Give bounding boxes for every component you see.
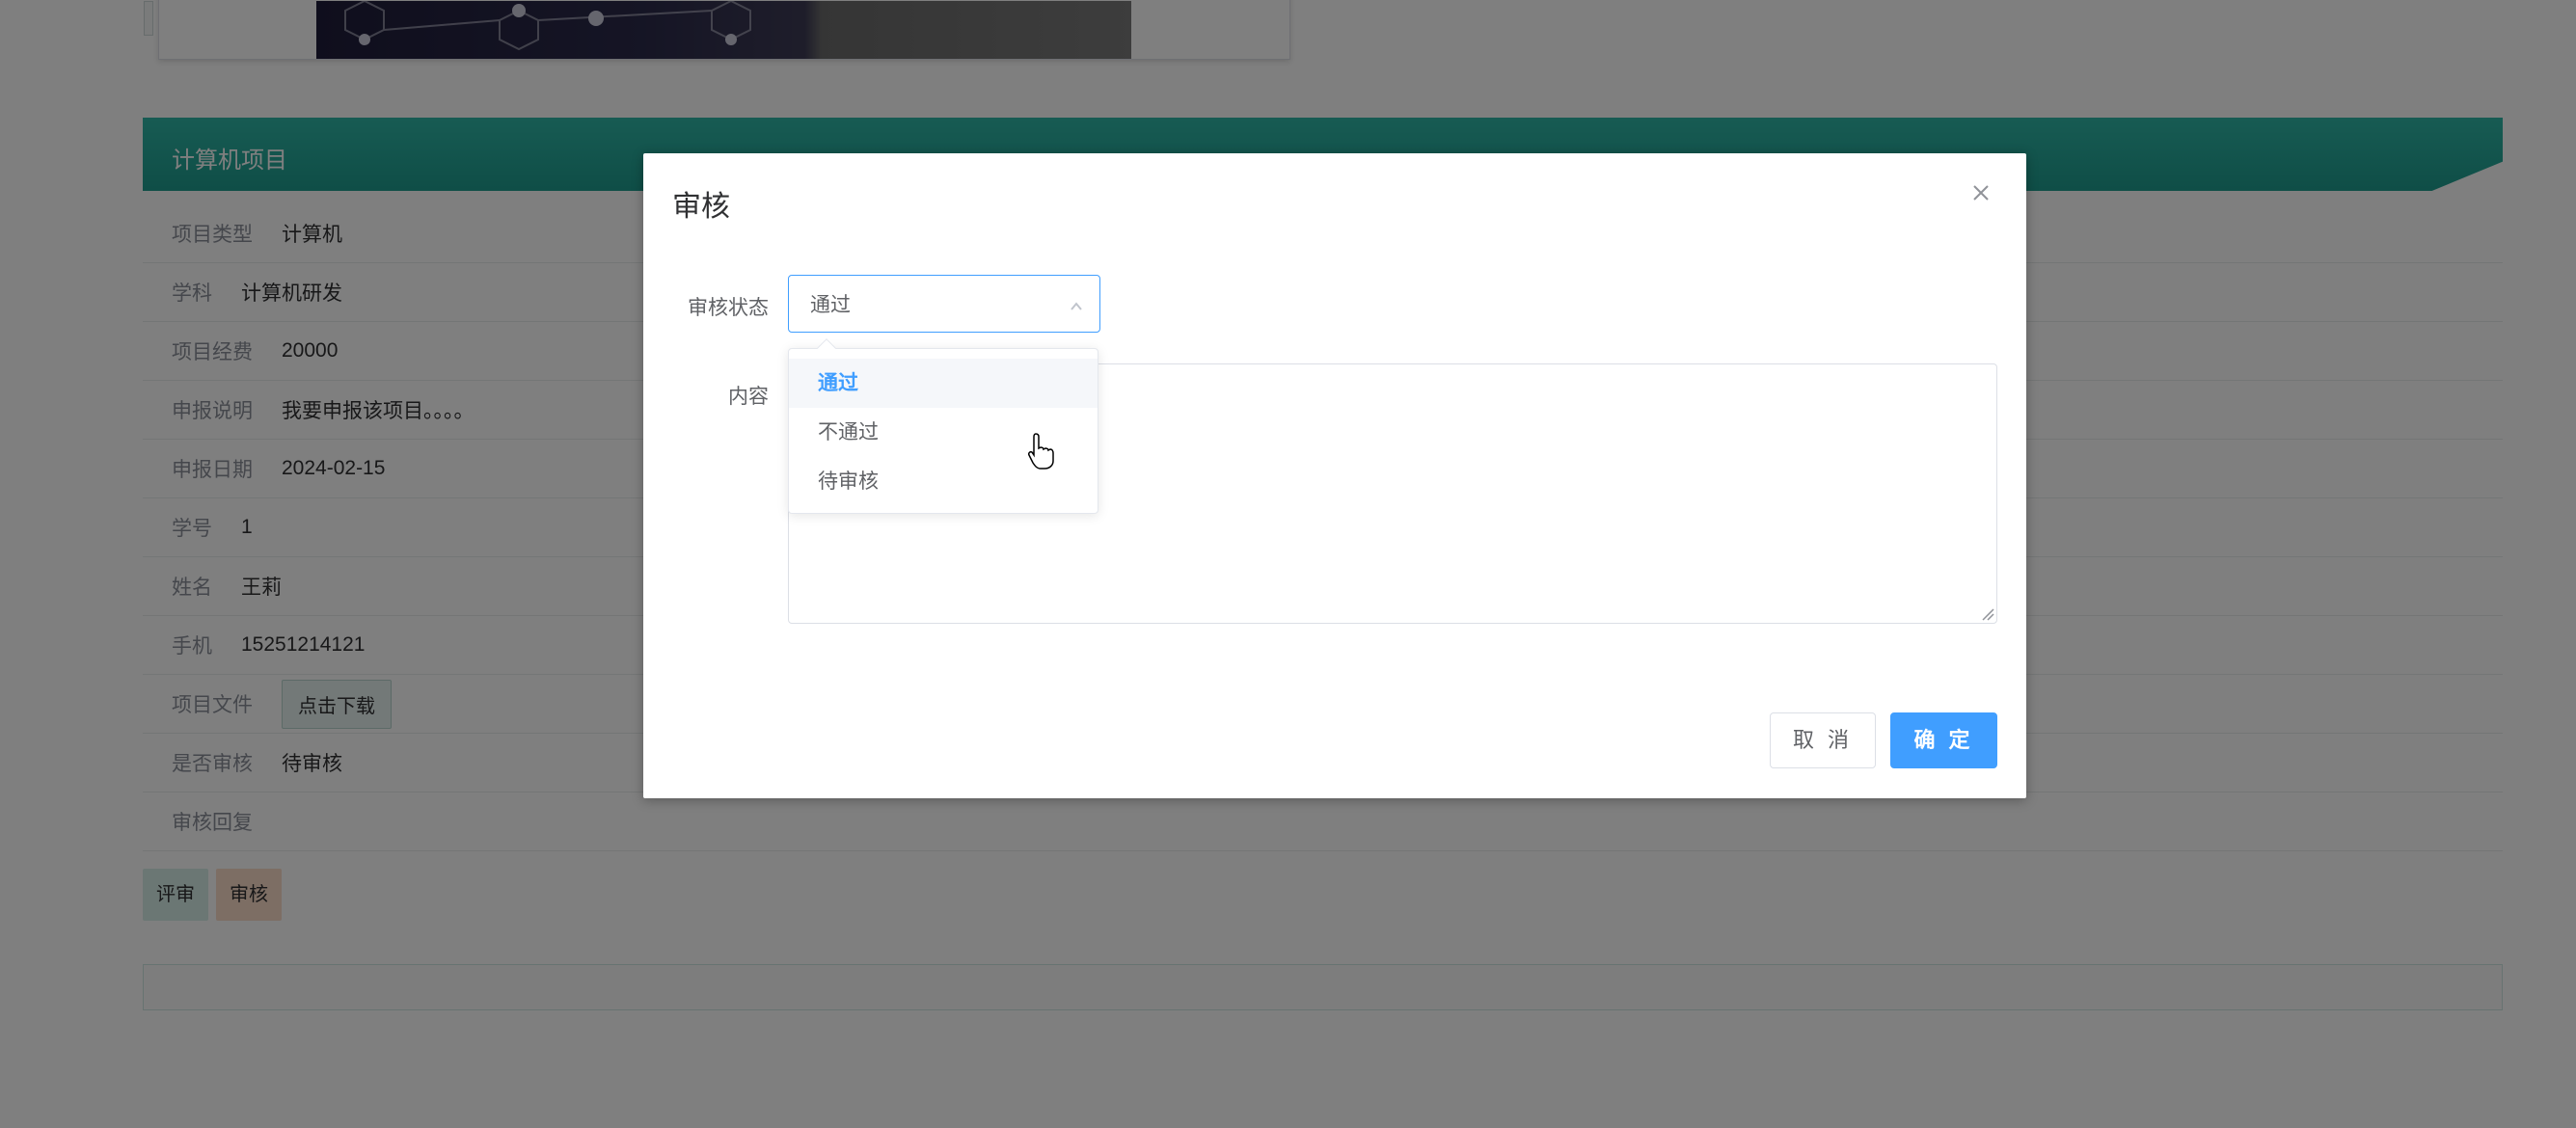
content-label: 内容 bbox=[728, 386, 769, 408]
confirm-button[interactable]: 确 定 bbox=[1890, 712, 1997, 768]
status-label: 审核状态 bbox=[688, 297, 769, 319]
chevron-up-icon bbox=[1069, 297, 1084, 312]
dialog-title: 审核 bbox=[672, 191, 730, 223]
resize-grip-icon[interactable] bbox=[1981, 607, 1994, 621]
hand-pointer-icon bbox=[1028, 432, 1055, 470]
close-icon[interactable] bbox=[1968, 180, 1993, 205]
cancel-button[interactable]: 取 消 bbox=[1770, 712, 1876, 768]
status-select[interactable]: 通过 bbox=[788, 275, 1100, 333]
status-select-value: 通过 bbox=[810, 294, 851, 316]
dropdown-caret bbox=[817, 338, 836, 358]
status-option-pass[interactable]: 通过 bbox=[789, 359, 1098, 408]
status-dropdown: 通过 不通过 待审核 bbox=[788, 338, 1098, 514]
audit-dialog: 审核 审核状态 通过 内容 通过 不通过 待审核 取 消 确 定 bbox=[643, 153, 2026, 798]
